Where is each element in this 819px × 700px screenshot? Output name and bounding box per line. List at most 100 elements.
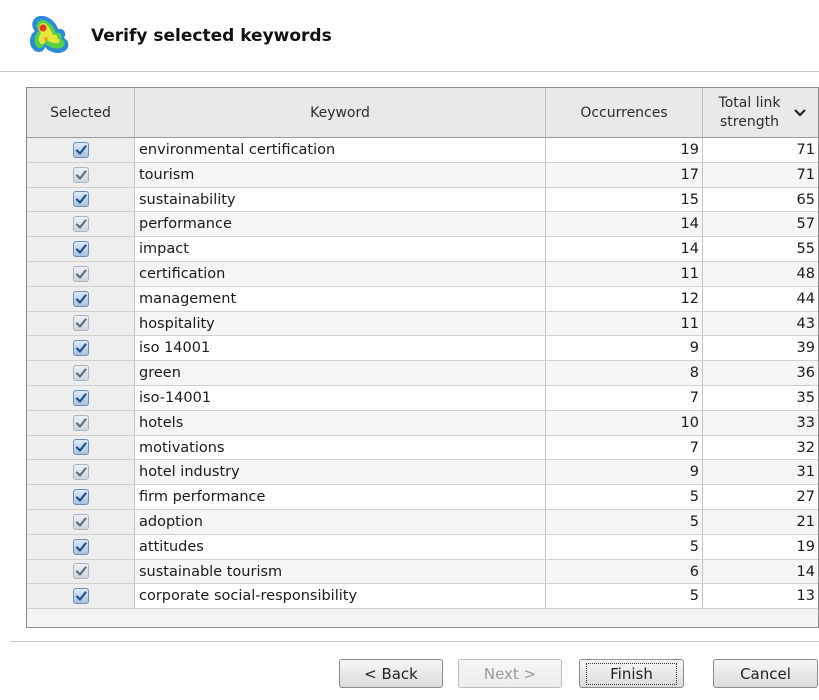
total-link-strength-cell: 57 bbox=[796, 216, 815, 233]
selected-checkbox[interactable] bbox=[72, 265, 89, 282]
occurrences-cell: 12 bbox=[546, 286, 703, 311]
checkmark-icon bbox=[75, 244, 87, 254]
selected-checkbox[interactable] bbox=[72, 563, 89, 580]
selected-checkbox[interactable] bbox=[72, 290, 89, 307]
table-row[interactable]: tourism 17 71 bbox=[27, 162, 818, 188]
checkmark-icon bbox=[75, 542, 87, 552]
table-row[interactable]: management 12 44 bbox=[27, 286, 818, 312]
selected-cell bbox=[27, 410, 135, 435]
total-link-strength-cell: 32 bbox=[796, 439, 815, 456]
checkmark-icon bbox=[75, 368, 87, 378]
selected-cell bbox=[27, 534, 135, 559]
total-link-strength-cell: 48 bbox=[796, 266, 815, 282]
occurrences-cell: 14 bbox=[546, 237, 703, 261]
table-row[interactable]: corporate social-responsibility 5 13 bbox=[27, 584, 818, 610]
keyword-cell: impact bbox=[135, 237, 546, 261]
checkmark-icon bbox=[75, 442, 87, 453]
keyword-cell: firm performance bbox=[135, 485, 546, 509]
table-row[interactable]: performance 14 57 bbox=[27, 212, 818, 238]
selected-checkbox[interactable] bbox=[72, 464, 89, 481]
keyword-cell: hospitality bbox=[135, 311, 546, 336]
table-row[interactable]: certification 11 48 bbox=[27, 262, 818, 287]
selected-checkbox[interactable] bbox=[72, 340, 89, 357]
table-row[interactable]: motivations 7 32 bbox=[27, 435, 818, 461]
vosviewer-density-logo-icon bbox=[29, 15, 69, 54]
checkmark-icon bbox=[75, 145, 87, 155]
keyword-cell: iso-14001 bbox=[135, 386, 546, 410]
selected-cell bbox=[27, 138, 135, 162]
occurrences-cell: 6 bbox=[546, 559, 703, 584]
column-header-selected[interactable]: Selected bbox=[27, 88, 135, 137]
checkmark-icon bbox=[75, 318, 87, 329]
selected-checkbox[interactable] bbox=[72, 389, 89, 406]
column-header-keyword[interactable]: Keyword bbox=[135, 88, 546, 137]
table-row[interactable]: sustainability 15 65 bbox=[27, 187, 818, 213]
checkmark-icon bbox=[75, 393, 87, 403]
table-row[interactable]: hospitality 11 43 bbox=[27, 311, 818, 337]
checkmark-icon bbox=[75, 194, 87, 205]
table-row[interactable]: impact 14 55 bbox=[27, 237, 818, 262]
checkmark-icon bbox=[75, 492, 87, 502]
keyword-cell: tourism bbox=[135, 162, 546, 187]
occurrences-cell: 5 bbox=[546, 534, 703, 559]
table-row[interactable]: iso 14001 9 39 bbox=[27, 336, 818, 362]
total-link-strength-cell: 71 bbox=[796, 142, 815, 158]
selected-checkbox[interactable] bbox=[72, 513, 89, 530]
selected-cell bbox=[27, 212, 135, 237]
table-row[interactable]: sustainable tourism 6 14 bbox=[27, 559, 818, 585]
keyword-cell: attitudes bbox=[135, 534, 546, 559]
column-header-total-link-strength[interactable]: Total link strength bbox=[703, 88, 818, 137]
total-link-strength-cell: 44 bbox=[796, 290, 815, 307]
table-row[interactable]: iso-14001 7 35 bbox=[27, 386, 818, 411]
selected-checkbox[interactable] bbox=[72, 538, 89, 555]
keyword-cell: environmental certification bbox=[135, 138, 546, 162]
selected-checkbox[interactable] bbox=[72, 414, 89, 431]
occurrences-cell: 11 bbox=[546, 262, 703, 286]
total-link-strength-cell: 27 bbox=[796, 489, 815, 506]
table-row[interactable]: green 8 36 bbox=[27, 361, 818, 386]
table-row[interactable]: firm performance 5 27 bbox=[27, 485, 818, 510]
table-row[interactable]: adoption 5 21 bbox=[27, 510, 818, 535]
selected-checkbox[interactable] bbox=[72, 315, 89, 332]
checkmark-icon bbox=[75, 170, 87, 180]
keyword-cell: iso 14001 bbox=[135, 336, 546, 361]
cancel-button[interactable]: Cancel bbox=[713, 659, 818, 688]
total-link-strength-cell: 55 bbox=[796, 241, 815, 258]
checkmark-icon bbox=[75, 566, 87, 577]
selected-checkbox[interactable] bbox=[72, 141, 89, 158]
selected-cell bbox=[27, 435, 135, 460]
selected-checkbox[interactable] bbox=[72, 365, 89, 382]
next-button[interactable]: Next > bbox=[458, 659, 562, 688]
finish-button[interactable]: Finish bbox=[579, 659, 684, 688]
column-header-occurrences[interactable]: Occurrences bbox=[546, 88, 703, 137]
total-link-strength-cell: 13 bbox=[796, 588, 815, 605]
selected-checkbox[interactable] bbox=[72, 439, 89, 456]
occurrences-cell: 10 bbox=[546, 410, 703, 435]
finish-button-label: Finish bbox=[586, 662, 677, 685]
selected-cell bbox=[27, 361, 135, 385]
table-row[interactable]: hotels 10 33 bbox=[27, 410, 818, 436]
back-button[interactable]: < Back bbox=[339, 659, 443, 688]
occurrences-cell: 17 bbox=[546, 162, 703, 187]
occurrences-cell: 7 bbox=[546, 435, 703, 460]
checkmark-icon bbox=[75, 269, 87, 279]
selected-cell bbox=[27, 187, 135, 212]
selected-checkbox[interactable] bbox=[72, 241, 89, 258]
selected-cell bbox=[27, 262, 135, 286]
table-row[interactable]: hotel industry 9 31 bbox=[27, 460, 818, 486]
table-row[interactable]: attitudes 5 19 bbox=[27, 534, 818, 560]
selected-checkbox[interactable] bbox=[72, 166, 89, 183]
selected-checkbox[interactable] bbox=[72, 489, 89, 506]
keyword-cell: management bbox=[135, 286, 546, 311]
keyword-cell: green bbox=[135, 361, 546, 385]
total-link-strength-cell: 21 bbox=[796, 514, 815, 530]
table-row[interactable]: environmental certification 19 71 bbox=[27, 138, 818, 163]
selected-checkbox[interactable] bbox=[72, 216, 89, 233]
keyword-cell: hotel industry bbox=[135, 460, 546, 485]
total-link-strength-cell: 35 bbox=[796, 390, 815, 406]
selected-cell bbox=[27, 460, 135, 485]
selected-checkbox[interactable] bbox=[72, 191, 89, 208]
occurrences-cell: 5 bbox=[546, 485, 703, 509]
total-link-strength-cell: 14 bbox=[796, 563, 815, 580]
selected-checkbox[interactable] bbox=[72, 588, 89, 605]
